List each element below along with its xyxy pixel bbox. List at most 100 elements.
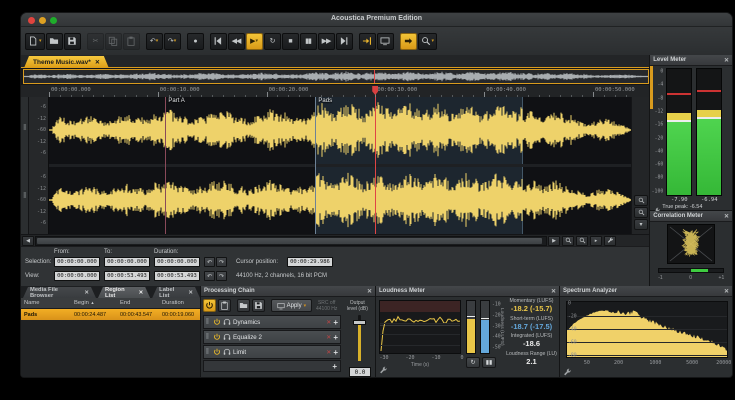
scrollbar-thumb[interactable] bbox=[37, 238, 542, 244]
level-meter-close-icon[interactable]: ✕ bbox=[724, 57, 729, 64]
skip-to-start-button[interactable] bbox=[210, 33, 227, 50]
tab-media-file-browser-close-icon[interactable]: ✕ bbox=[84, 290, 89, 296]
loudness-settings-button[interactable] bbox=[379, 362, 389, 372]
loop-mode-button[interactable] bbox=[400, 33, 417, 50]
vertical-zoom-in-button[interactable] bbox=[634, 195, 648, 206]
chain-save-button[interactable] bbox=[252, 299, 265, 312]
chain-remove-icon[interactable]: ✕ bbox=[326, 319, 331, 326]
display-mode-button[interactable] bbox=[377, 33, 394, 50]
processing-chain-close-icon[interactable]: ✕ bbox=[367, 288, 372, 295]
editor-settings-button[interactable] bbox=[604, 236, 616, 246]
col-end[interactable]: End bbox=[120, 300, 162, 306]
chain-item-equalize-2[interactable]: ≡≡Equalize 2✕+ bbox=[203, 330, 341, 344]
chain-item-limit[interactable]: ≡≡Limit✕+ bbox=[203, 345, 341, 359]
chain-drag-handle[interactable]: ≡≡ bbox=[206, 349, 211, 355]
chain-monitor-icon[interactable] bbox=[223, 333, 231, 341]
selection-from-field[interactable]: 00:00:00.000 bbox=[54, 257, 100, 267]
selection-redo-button[interactable]: ↷ bbox=[216, 257, 227, 267]
save-file-button[interactable] bbox=[64, 33, 81, 50]
col-begin[interactable]: Begin ▲ bbox=[74, 300, 120, 306]
new-file-dropdown-icon[interactable]: ▾ bbox=[39, 38, 42, 44]
tab-region-list[interactable]: Region List ✕ bbox=[98, 287, 150, 298]
record-button[interactable]: ● bbox=[187, 33, 204, 50]
apply-dropdown-icon[interactable]: ▾ bbox=[304, 303, 307, 309]
tab-media-file-browser[interactable]: Media File Browser ✕ bbox=[23, 287, 96, 298]
pause-button[interactable]: ▮▮ bbox=[300, 33, 317, 50]
chain-add-row[interactable]: + bbox=[203, 360, 341, 372]
region-list-row[interactable]: Pads 00:00:24.487 00:00:43.547 00:00:19.… bbox=[21, 309, 200, 320]
chain-remove-icon[interactable]: ✕ bbox=[326, 334, 331, 341]
apply-button[interactable]: Apply ▾ bbox=[271, 299, 312, 312]
zoom-tool-dropdown-icon[interactable]: ▾ bbox=[432, 38, 435, 44]
scroll-right-button[interactable]: ▶ bbox=[548, 236, 560, 246]
zoom-out-button[interactable] bbox=[576, 236, 588, 246]
tab-region-list-close-icon[interactable]: ✕ bbox=[139, 290, 144, 296]
loudness-reset-button[interactable]: ↻ bbox=[466, 357, 480, 368]
view-duration-field[interactable]: 00:00:53.493 bbox=[154, 271, 200, 281]
spectrum-analyzer-close-icon[interactable]: ✕ bbox=[724, 288, 729, 295]
chain-monitor-icon[interactable] bbox=[223, 348, 231, 356]
chain-add-icon[interactable]: + bbox=[332, 362, 337, 371]
view-redo-button[interactable]: ↷ bbox=[216, 271, 227, 281]
chain-item-dynamics[interactable]: ≡≡Dynamics✕+ bbox=[203, 315, 341, 329]
chain-add-icon[interactable]: + bbox=[333, 348, 338, 357]
chain-drag-handle[interactable]: ≡≡ bbox=[206, 319, 211, 325]
undo-button[interactable]: ↶▾ bbox=[146, 33, 163, 50]
chain-power-icon[interactable] bbox=[213, 318, 221, 326]
zoom-in-button[interactable] bbox=[562, 236, 574, 246]
channel1-grip[interactable]: ≡≡ bbox=[22, 125, 28, 135]
document-tab[interactable]: Theme Music.wav* ✕ bbox=[24, 56, 109, 68]
selection-duration-field[interactable]: 00:00:00.000 bbox=[154, 257, 200, 267]
chain-open-button[interactable] bbox=[237, 299, 250, 312]
selection-undo-button[interactable]: ↶ bbox=[204, 257, 215, 267]
tab-label-list[interactable]: Label List ✕ bbox=[152, 287, 200, 298]
correlation-meter-close-icon[interactable]: ✕ bbox=[724, 213, 729, 220]
chain-add-icon[interactable]: + bbox=[333, 318, 338, 327]
tab-label-list-close-icon[interactable]: ✕ bbox=[188, 290, 193, 296]
go-to-cursor-button[interactable] bbox=[359, 33, 376, 50]
view-to-field[interactable]: 00:00:53.493 bbox=[104, 271, 150, 281]
overview-strip[interactable] bbox=[23, 69, 649, 84]
play-button[interactable]: ▶▾ bbox=[246, 33, 263, 50]
cut-button[interactable]: ✂ bbox=[87, 33, 104, 50]
col-name[interactable]: Name bbox=[24, 300, 74, 306]
view-undo-button[interactable]: ↶ bbox=[204, 271, 215, 281]
chain-remove-icon[interactable]: ✕ bbox=[326, 349, 331, 356]
fader-handle[interactable] bbox=[353, 320, 366, 325]
vertical-zoom-menu-button[interactable]: ▾ bbox=[634, 219, 648, 230]
playhead-flag[interactable] bbox=[372, 86, 378, 95]
chain-power-icon[interactable] bbox=[213, 333, 221, 341]
cursor-position-field[interactable]: 00:00:29.986 bbox=[287, 257, 333, 267]
redo-button[interactable]: ↷▾ bbox=[164, 33, 181, 50]
view-from-field[interactable]: 00:00:00.000 bbox=[54, 271, 100, 281]
open-file-button[interactable] bbox=[46, 33, 63, 50]
output-level-fader[interactable] bbox=[349, 315, 369, 361]
document-tab-close-icon[interactable]: ✕ bbox=[95, 59, 100, 66]
loop-playback-button[interactable]: ↻ bbox=[264, 33, 281, 50]
redo-dropdown-icon[interactable]: ▾ bbox=[174, 38, 177, 44]
spectrum-settings-button[interactable] bbox=[563, 364, 573, 374]
chain-enable-button[interactable] bbox=[203, 299, 216, 312]
stop-button[interactable]: ■ bbox=[282, 33, 299, 50]
new-file-button[interactable]: ▾ bbox=[25, 33, 45, 50]
rewind-button[interactable]: ◀◀ bbox=[228, 33, 245, 50]
vertical-zoom-out-button[interactable] bbox=[634, 207, 648, 218]
loudness-meter-close-icon[interactable]: ✕ bbox=[551, 288, 556, 295]
copy-button[interactable] bbox=[105, 33, 122, 50]
chain-monitor-icon[interactable] bbox=[223, 318, 231, 326]
skip-to-end-button[interactable] bbox=[336, 33, 353, 50]
chain-power-icon[interactable] bbox=[213, 348, 221, 356]
timeline-ruler[interactable]: 00:00:00.00000:00:10.00000:00:20.00000:0… bbox=[21, 84, 651, 97]
zoom-tool-button[interactable]: ▾ bbox=[418, 33, 438, 50]
chain-add-icon[interactable]: + bbox=[333, 333, 338, 342]
chain-paste-button[interactable] bbox=[218, 299, 231, 312]
scroll-left-button[interactable]: ◀ bbox=[22, 236, 34, 246]
zoom-flyout-button[interactable]: ▸ bbox=[590, 236, 602, 246]
chain-drag-handle[interactable]: ≡≡ bbox=[206, 334, 211, 340]
col-duration[interactable]: Duration bbox=[162, 300, 204, 306]
scrollbar-track[interactable] bbox=[35, 236, 547, 246]
waveform-canvas[interactable]: Part A Pads bbox=[49, 97, 631, 234]
paste-button[interactable] bbox=[123, 33, 140, 50]
fast-forward-button[interactable]: ▶▶ bbox=[318, 33, 335, 50]
loudness-pause-button[interactable]: ▮▮ bbox=[482, 357, 496, 368]
